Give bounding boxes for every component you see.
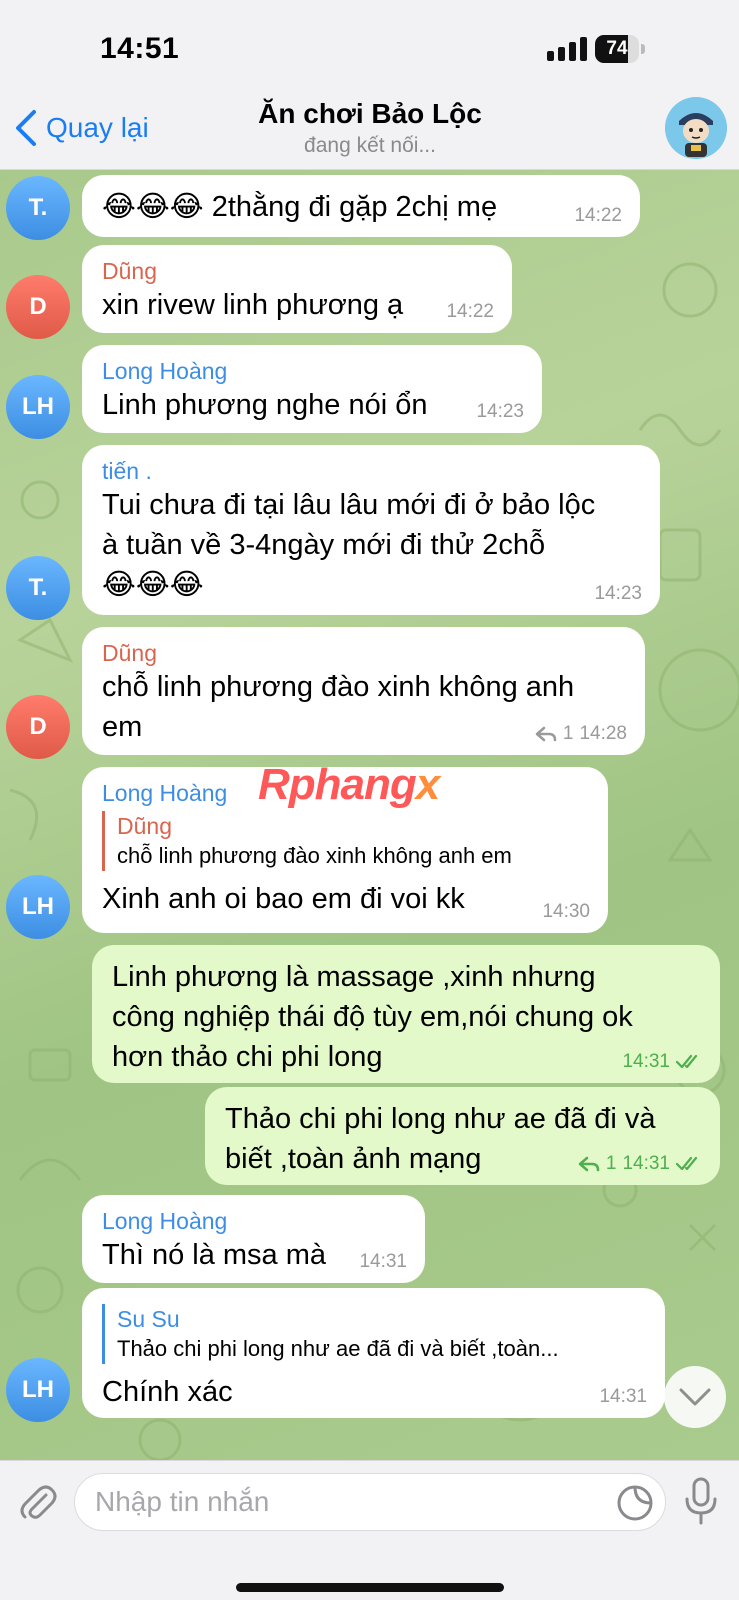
avatar[interactable]: T. [6,176,70,240]
message-time: 14:22 [574,205,622,226]
message-time: 14:31 [359,1251,407,1272]
message-text: Chính xác [102,1376,233,1408]
chat-messages-area[interactable]: 😂😂😂 2thằng đi gặp 2chị mẹ 14:22 T. Dũng … [0,170,739,1460]
reply-arrow-icon[interactable] [578,1156,600,1172]
message-text-line: 😂😂😂 [102,569,204,601]
message-text-line: hơn thảo chi phi long [112,1041,383,1073]
message-time-wrap: 14:22 [446,301,494,323]
message-bubble[interactable]: Su Su Thảo chi phi long như ae đã đi và … [82,1288,665,1418]
message-bubble[interactable]: Dũng xin rivew linh phương ạ 14:22 [82,245,512,333]
message-time: 14:31 [622,1153,670,1174]
message-time: 14:31 [599,1386,647,1407]
message-text-line: chỗ linh phương đào xinh không anh [102,671,575,703]
message-time-wrap: 14:22 [574,205,622,227]
chat-header: Quay lại Ăn chơi Bảo Lộc đang kết nối... [0,92,739,170]
double-check-icon [676,1156,698,1171]
status-time: 14:51 [100,32,180,65]
quoted-sender: Dũng [117,813,172,839]
reply-count[interactable]: 1 [563,723,574,745]
avatar[interactable]: LH [6,875,70,939]
message-text-line: Linh phương là massage ,xinh nhưng [112,961,596,993]
message-text: Linh phương nghe nói ổn [102,389,428,421]
watermark-tail: x [415,760,441,809]
sender-name[interactable]: Long Hoàng [102,357,522,385]
battery-icon: 74 [595,35,645,63]
watermark-main: Rphang [258,760,417,809]
paperclip-icon[interactable] [16,1481,58,1523]
status-bar: 14:51 74 [0,0,739,92]
scroll-to-bottom-button[interactable] [664,1366,726,1428]
double-check-icon [676,1054,698,1069]
chevron-down-icon [679,1388,711,1406]
quoted-message[interactable]: Dũng chỗ linh phương đào xinh không anh … [102,811,588,871]
message-text-line: Thảo chi phi long như ae đã đi và [225,1103,656,1135]
outgoing-message-bubble[interactable]: Thảo chi phi long như ae đã đi và biết ,… [205,1087,720,1185]
message-text: xin rivew linh phương ạ [102,289,404,321]
message-text: 😂😂😂 2thằng đi gặp 2chị mẹ [102,191,498,223]
connection-status: đang kết nối... [304,134,436,157]
battery-level: 74 [606,38,628,59]
group-avatar[interactable] [665,97,727,159]
sender-name[interactable]: Dũng [102,639,625,667]
message-time: 14:23 [476,401,524,422]
outgoing-message-bubble[interactable]: Linh phương là massage ,xinh nhưng công … [92,945,720,1083]
back-label: Quay lại [46,112,149,143]
message-meta: 1 14:28 [535,723,627,745]
message-bubble[interactable]: 😂😂😂 2thằng đi gặp 2chị mẹ 14:22 [82,175,640,237]
back-button[interactable]: Quay lại [12,108,149,148]
message-time: 14:30 [542,901,590,922]
quoted-text: chỗ linh phương đào xinh không anh em [117,843,512,868]
message-time: 14:28 [579,723,627,744]
message-meta: 14:31 [622,1051,702,1073]
signal-strength-icon [547,37,587,61]
reply-arrow-icon[interactable] [535,726,557,742]
watermark-logo: Rphangx [258,760,441,810]
avatar[interactable]: LH [6,375,70,439]
message-bubble[interactable]: tiến . Tui chưa đi tại lâu lâu mới đi ở … [82,445,660,615]
chevron-left-icon [16,110,36,146]
sender-name[interactable]: tiến . [102,457,640,485]
message-text-line: công nghiệp thái độ tùy em,nói chung ok [112,1001,633,1033]
message-text: Xinh anh oi bao em đi voi kk [102,883,465,915]
message-bubble[interactable]: Long Hoàng Linh phương nghe nói ổn 14:23 [82,345,542,433]
microphone-icon[interactable] [683,1477,719,1525]
quoted-sender: Su Su [117,1306,180,1332]
avatar[interactable]: D [6,695,70,759]
avatar[interactable]: T. [6,556,70,620]
message-time-wrap: 14:31 [599,1386,647,1408]
message-text-line: à tuần về 3-4ngày mới đi thử 2chỗ [102,529,546,561]
message-time: 14:23 [594,583,642,604]
sticker-icon[interactable] [616,1484,654,1522]
home-indicator [236,1583,504,1592]
chat-title[interactable]: Ăn chơi Bảo Lộc [170,98,570,130]
reply-count[interactable]: 1 [606,1153,617,1175]
message-time: 14:22 [446,301,494,322]
message-time: 14:31 [622,1051,670,1072]
message-bubble[interactable]: Dũng chỗ linh phương đào xinh không anh … [82,627,645,755]
message-text-line: Tui chưa đi tại lâu lâu mới đi ở bảo lộc [102,489,596,521]
message-input-bar [0,1460,739,1600]
message-time-wrap: 14:23 [594,583,642,605]
message-time-wrap: 14:23 [476,401,524,423]
message-bubble[interactable]: Long Hoàng Thì nó là msa mà 14:31 [82,1195,425,1283]
sender-name[interactable]: Dũng [102,257,492,285]
message-time-wrap: 14:31 [359,1251,407,1273]
quoted-message[interactable]: Su Su Thảo chi phi long như ae đã đi và … [102,1304,645,1364]
avatar[interactable]: LH [6,1358,70,1422]
cartoon-avatar-icon [665,97,727,159]
message-meta: 1 14:31 [578,1153,702,1175]
avatar[interactable]: D [6,275,70,339]
message-input[interactable] [74,1473,666,1531]
message-time-wrap: 14:30 [542,901,590,923]
sender-name[interactable]: Long Hoàng [102,1207,405,1235]
quoted-text: Thảo chi phi long như ae đã đi và biết ,… [117,1336,559,1361]
